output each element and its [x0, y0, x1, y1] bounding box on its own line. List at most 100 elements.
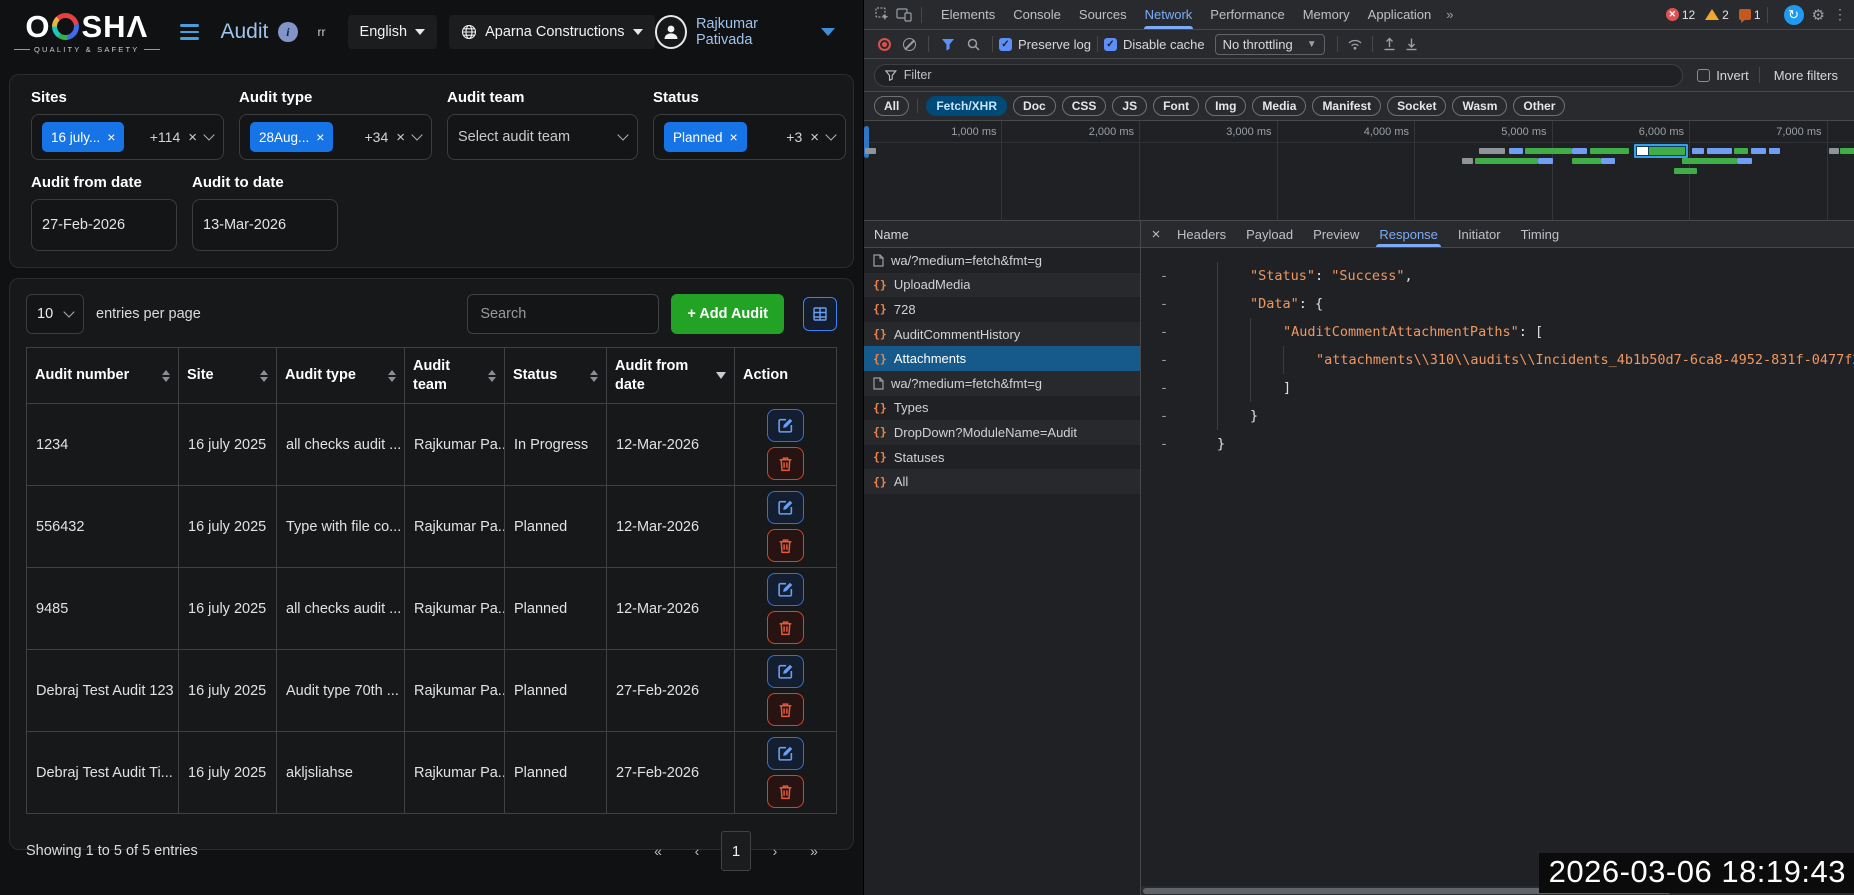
remove-chip-icon[interactable]: × — [730, 129, 738, 145]
network-filter-input[interactable] — [904, 68, 1672, 82]
delete-button[interactable] — [767, 611, 804, 644]
more-tabs-icon[interactable]: » — [1440, 7, 1459, 22]
request-filter-font[interactable]: Font — [1153, 96, 1199, 116]
filter-input-wrap[interactable] — [874, 64, 1683, 87]
audit-type-multiselect[interactable]: 28Aug... × +34 × — [239, 114, 432, 160]
column-header-audit-team[interactable]: Audit team — [405, 348, 505, 404]
more-filters-button[interactable]: More filters — [1774, 68, 1838, 83]
last-page-button[interactable]: » — [799, 831, 829, 871]
edit-button[interactable] — [767, 573, 804, 606]
fold-marker-icon[interactable]: - — [1141, 296, 1187, 312]
fold-marker-icon[interactable]: - — [1141, 324, 1187, 340]
request-row[interactable]: {}Types — [864, 396, 1140, 421]
request-filter-wasm[interactable]: Wasm — [1452, 96, 1507, 116]
detail-tab-headers[interactable]: Headers — [1167, 221, 1236, 247]
request-filter-socket[interactable]: Socket — [1387, 96, 1446, 116]
remove-chip-icon[interactable]: × — [107, 129, 115, 145]
clear-network-log-icon[interactable] — [903, 38, 916, 51]
devtools-tab-network[interactable]: Network — [1136, 0, 1202, 29]
status-multiselect[interactable]: Planned × +3 × — [653, 114, 846, 160]
disable-cache-checkbox[interactable]: ✓ — [1104, 38, 1117, 51]
next-page-button[interactable]: › — [760, 831, 790, 871]
request-row[interactable]: {}AuditCommentHistory — [864, 322, 1140, 347]
delete-button[interactable] — [767, 529, 804, 562]
warning-badge[interactable]: 2 — [1705, 8, 1729, 22]
detail-tab-initiator[interactable]: Initiator — [1448, 221, 1511, 247]
sort-desc-icon[interactable] — [712, 372, 726, 379]
network-conditions-icon[interactable] — [1344, 34, 1366, 54]
request-row[interactable]: {}All — [864, 469, 1140, 494]
fold-marker-icon[interactable]: - — [1141, 352, 1187, 368]
request-filter-js[interactable]: JS — [1112, 96, 1147, 116]
request-row[interactable]: {}UploadMedia — [864, 273, 1140, 298]
edit-button[interactable] — [767, 655, 804, 688]
column-header-status[interactable]: Status — [505, 348, 607, 404]
request-filter-css[interactable]: CSS — [1062, 96, 1107, 116]
import-har-icon[interactable] — [1379, 34, 1401, 54]
audit-team-select[interactable]: Select audit team — [447, 114, 638, 160]
issues-badge[interactable]: 1 — [1739, 8, 1761, 22]
prev-page-button[interactable]: ‹ — [682, 831, 712, 871]
selected-audit-type-chip[interactable]: 28Aug... × — [250, 122, 333, 152]
user-menu[interactable]: Rajkumar Pativada — [655, 15, 835, 49]
delete-button[interactable] — [767, 447, 804, 480]
throttling-select[interactable]: No throttling ▼ — [1215, 34, 1325, 55]
request-row[interactable]: wa/?medium=fetch&fmt=g — [864, 248, 1140, 273]
column-header-site[interactable]: Site — [179, 348, 277, 404]
edit-button[interactable] — [767, 409, 804, 442]
column-header-audit-from-date[interactable]: Audit from date — [607, 348, 735, 404]
invert-option[interactable]: Invert — [1697, 68, 1749, 83]
sites-multiselect[interactable]: 16 july... × +114 × — [31, 114, 224, 160]
devtools-tab-memory[interactable]: Memory — [1294, 0, 1359, 29]
devtools-tab-application[interactable]: Application — [1359, 0, 1441, 29]
page-size-select[interactable]: 10 — [26, 294, 84, 334]
devtools-tab-performance[interactable]: Performance — [1201, 0, 1293, 29]
column-header-audit-number[interactable]: Audit number — [27, 348, 179, 404]
preserve-log-checkbox[interactable]: ✓ — [999, 38, 1012, 51]
error-badge[interactable]: ✕12 — [1666, 8, 1695, 22]
from-date-input[interactable]: 27-Feb-2026 — [31, 199, 177, 251]
search-network-icon[interactable] — [967, 38, 980, 51]
request-filter-doc[interactable]: Doc — [1013, 96, 1056, 116]
record-network-log-icon[interactable] — [878, 38, 891, 51]
sort-icon[interactable] — [384, 370, 396, 382]
response-code-view[interactable]: -"Status": "Success",-"Data": {-"AuditCo… — [1141, 248, 1854, 895]
column-settings-button[interactable] — [803, 297, 837, 331]
clear-icon[interactable]: × — [810, 129, 819, 146]
first-page-button[interactable]: « — [643, 831, 673, 871]
column-header-audit-type[interactable]: Audit type — [277, 348, 405, 404]
request-filter-all[interactable]: All — [874, 96, 909, 116]
devtools-tab-elements[interactable]: Elements — [932, 0, 1004, 29]
selected-status-chip[interactable]: Planned × — [664, 122, 747, 152]
info-icon[interactable]: i — [278, 22, 297, 42]
inspect-element-icon[interactable] — [871, 5, 893, 25]
close-icon[interactable]: × — [1145, 226, 1167, 243]
column-header-action[interactable]: Action — [735, 348, 837, 404]
detail-tab-response[interactable]: Response — [1369, 221, 1448, 247]
menu-icon[interactable] — [180, 24, 199, 40]
selected-site-chip[interactable]: 16 july... × — [42, 122, 124, 152]
clear-icon[interactable]: × — [188, 129, 197, 146]
name-column-header[interactable]: Name — [864, 221, 1140, 248]
detail-tab-timing[interactable]: Timing — [1511, 221, 1570, 247]
request-row[interactable]: {}DropDown?ModuleName=Audit — [864, 420, 1140, 445]
device-toolbar-icon[interactable] — [893, 5, 915, 25]
network-overview-timeline[interactable]: 1,000 ms2,000 ms3,000 ms4,000 ms5,000 ms… — [864, 121, 1854, 221]
edit-button[interactable] — [767, 737, 804, 770]
devtools-tab-console[interactable]: Console — [1004, 0, 1070, 29]
detail-tab-payload[interactable]: Payload — [1236, 221, 1303, 247]
request-filter-manifest[interactable]: Manifest — [1312, 96, 1381, 116]
request-filter-fetch-xhr[interactable]: Fetch/XHR — [926, 96, 1007, 116]
search-input[interactable] — [467, 294, 659, 334]
delete-button[interactable] — [767, 775, 804, 808]
remove-chip-icon[interactable]: × — [316, 129, 324, 145]
clear-icon[interactable]: × — [396, 129, 405, 146]
edit-button[interactable] — [767, 491, 804, 524]
fold-marker-icon[interactable]: - — [1141, 380, 1187, 396]
page-number-button[interactable]: 1 — [721, 831, 751, 871]
devtools-tab-sources[interactable]: Sources — [1070, 0, 1136, 29]
request-row[interactable]: {}Statuses — [864, 445, 1140, 470]
sort-icon[interactable] — [158, 370, 170, 382]
add-audit-button[interactable]: + Add Audit — [671, 294, 784, 334]
request-filter-media[interactable]: Media — [1252, 96, 1306, 116]
